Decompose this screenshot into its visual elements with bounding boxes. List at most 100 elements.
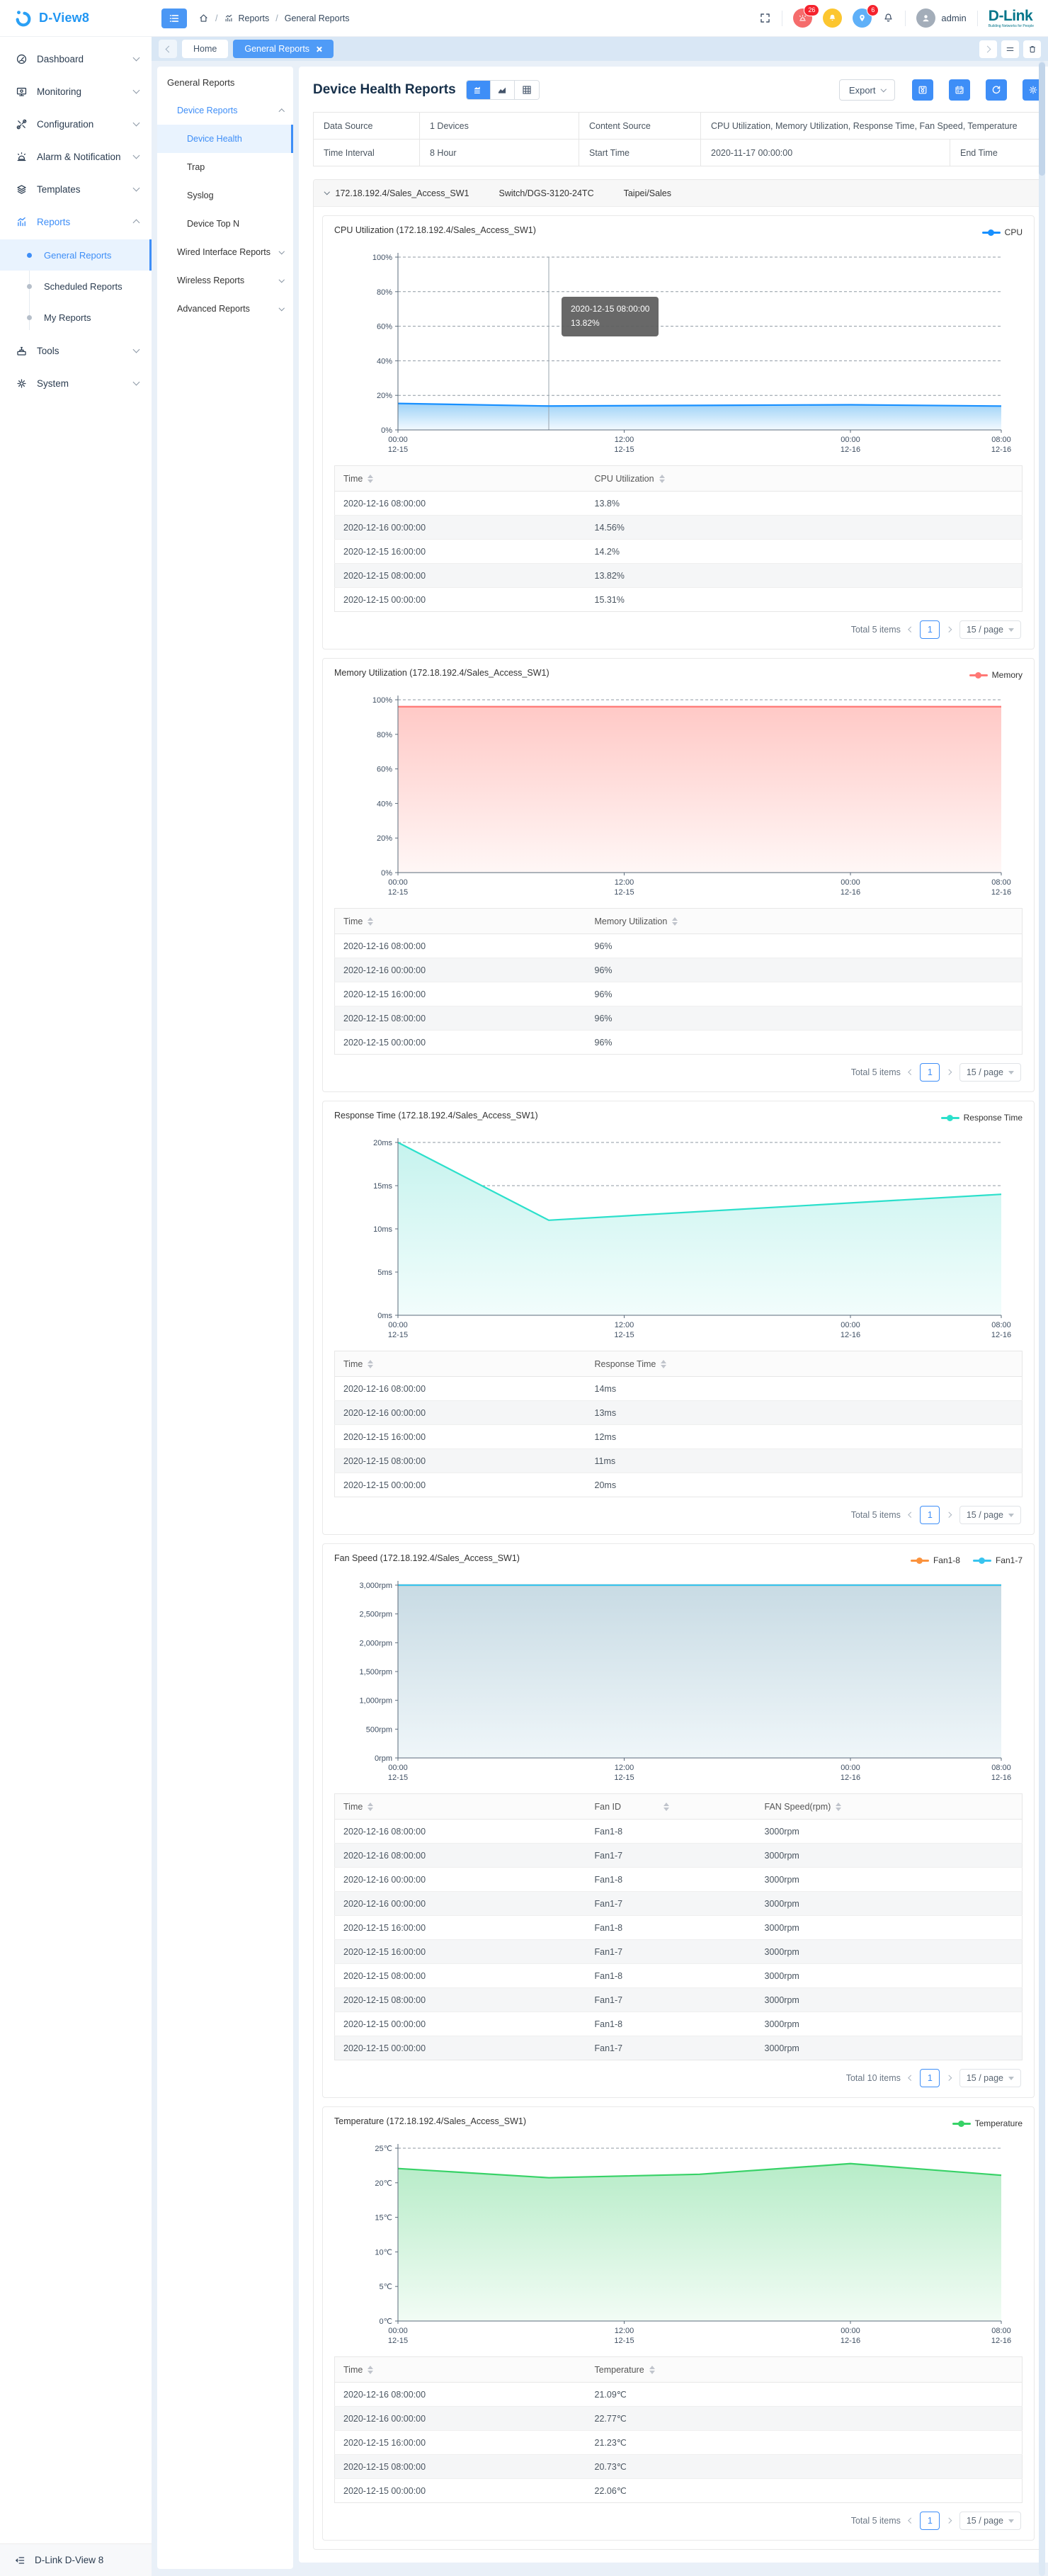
- sort-icon[interactable]: [368, 2366, 373, 2374]
- table-row[interactable]: 2020-12-15 08:00:0020.73℃: [335, 2455, 1023, 2479]
- sidebar-item-reports[interactable]: Reports: [0, 205, 152, 238]
- table-row[interactable]: 2020-12-15 08:00:0011ms: [335, 1449, 1023, 1473]
- table-row[interactable]: 2020-12-15 16:00:00Fan1-83000rpm: [335, 1916, 1023, 1940]
- page-size-select[interactable]: 15 / page: [959, 2069, 1021, 2087]
- table-row[interactable]: 2020-12-16 00:00:0096%: [335, 958, 1023, 982]
- next-page-button[interactable]: [947, 628, 952, 632]
- sidebar-item-my-reports[interactable]: My Reports: [0, 302, 152, 333]
- table-row[interactable]: 2020-12-15 16:00:0021.23℃: [335, 2431, 1023, 2455]
- sidebar-item-configuration[interactable]: Configuration: [0, 108, 152, 140]
- sidebar-item-general-reports[interactable]: General Reports: [0, 239, 152, 271]
- table-row[interactable]: 2020-12-16 08:00:0021.09℃: [335, 2383, 1023, 2407]
- sidebar-item-dashboard[interactable]: Dashboard: [0, 42, 152, 75]
- view-table-button[interactable]: [515, 81, 539, 99]
- tab-scroll-left-button[interactable]: [159, 40, 177, 58]
- breadcrumb-home[interactable]: [198, 13, 209, 23]
- page-size-select[interactable]: 15 / page: [959, 2512, 1021, 2530]
- table-row[interactable]: 2020-12-15 00:00:0015.31%: [335, 588, 1023, 612]
- memory-utilization-chart[interactable]: 0%20%40%60%80%100%00:0012-1512:0012-1500…: [338, 687, 1018, 904]
- table-row[interactable]: 2020-12-15 00:00:00Fan1-73000rpm: [335, 2036, 1023, 2060]
- sort-icon[interactable]: [836, 1803, 841, 1811]
- page-number-button[interactable]: 1: [920, 2069, 940, 2087]
- table-row[interactable]: 2020-12-16 08:00:00Fan1-83000rpm: [335, 1820, 1023, 1844]
- notifications-bell-button[interactable]: [882, 12, 894, 24]
- table-row[interactable]: 2020-12-16 00:00:0014.56%: [335, 516, 1023, 540]
- events-button[interactable]: [823, 8, 842, 28]
- table-row[interactable]: 2020-12-16 08:00:0013.8%: [335, 492, 1023, 516]
- view-chart-table-button[interactable]: [467, 81, 491, 99]
- refresh-button[interactable]: [986, 79, 1007, 101]
- table-row[interactable]: 2020-12-16 08:00:0096%: [335, 934, 1023, 958]
- table-row[interactable]: 2020-12-15 00:00:0022.06℃: [335, 2479, 1023, 2503]
- column-header-time[interactable]: Time: [335, 466, 586, 492]
- previous-page-button[interactable]: [908, 628, 913, 632]
- table-row[interactable]: 2020-12-16 08:00:0014ms: [335, 1377, 1023, 1401]
- user-menu[interactable]: admin: [916, 8, 966, 28]
- location-alerts-button[interactable]: 6: [853, 8, 872, 28]
- column-header-time[interactable]: Time: [335, 2357, 586, 2383]
- table-row[interactable]: 2020-12-15 08:00:00Fan1-73000rpm: [335, 1988, 1023, 2012]
- sort-icon[interactable]: [649, 2366, 655, 2374]
- tab-menu-button[interactable]: [1001, 40, 1019, 58]
- legend-item[interactable]: Response Time: [941, 1113, 1023, 1123]
- sidebar-collapse-button[interactable]: [161, 8, 187, 28]
- sort-icon[interactable]: [368, 1803, 373, 1811]
- export-button[interactable]: Export: [839, 79, 895, 101]
- page-number-button[interactable]: 1: [920, 1506, 940, 1524]
- page-size-select[interactable]: 15 / page: [959, 1506, 1021, 1524]
- column-header-time[interactable]: Time: [335, 1351, 586, 1377]
- page-size-select[interactable]: 15 / page: [959, 1063, 1021, 1082]
- fullscreen-icon[interactable]: [759, 12, 771, 24]
- table-row[interactable]: 2020-12-16 00:00:0022.77℃: [335, 2407, 1023, 2431]
- table-row[interactable]: 2020-12-15 00:00:0020ms: [335, 1473, 1023, 1497]
- previous-page-button[interactable]: [908, 2519, 913, 2523]
- sort-icon[interactable]: [661, 1360, 666, 1368]
- sidebar-item-templates[interactable]: Templates: [0, 173, 152, 205]
- legend-item[interactable]: Fan1-7: [973, 1555, 1023, 1565]
- tree-item-advanced-reports[interactable]: Advanced Reports: [157, 295, 293, 323]
- page-number-button[interactable]: 1: [920, 2512, 940, 2530]
- table-row[interactable]: 2020-12-16 08:00:00Fan1-73000rpm: [335, 1844, 1023, 1868]
- tab-scroll-right-button[interactable]: [979, 40, 997, 58]
- response-time-chart[interactable]: 0ms5ms10ms15ms20ms00:0012-1512:0012-1500…: [338, 1130, 1018, 1346]
- column-header-value[interactable]: Memory Utilization: [586, 909, 1023, 934]
- tree-item-device-top-n[interactable]: Device Top N: [157, 210, 293, 238]
- table-row[interactable]: 2020-12-15 00:00:0096%: [335, 1031, 1023, 1055]
- device-group-collapse[interactable]: 172.18.192.4/Sales_Access_SW1: [325, 188, 469, 198]
- column-header-fan-speed[interactable]: FAN Speed(rpm): [756, 1794, 1023, 1820]
- next-page-button[interactable]: [947, 2076, 952, 2080]
- alarm-notifications-button[interactable]: 26: [793, 8, 812, 28]
- sort-icon[interactable]: [663, 1803, 669, 1811]
- page-number-button[interactable]: 1: [920, 620, 940, 639]
- sort-icon[interactable]: [368, 475, 373, 483]
- close-all-tabs-button[interactable]: [1023, 40, 1041, 58]
- legend-item[interactable]: Memory: [969, 670, 1023, 680]
- view-chart-button[interactable]: [491, 81, 515, 99]
- next-page-button[interactable]: [947, 1513, 952, 1517]
- sort-icon[interactable]: [368, 1360, 373, 1368]
- tab-general-reports[interactable]: General Reports: [233, 40, 334, 58]
- table-row[interactable]: 2020-12-16 00:00:00Fan1-83000rpm: [335, 1868, 1023, 1892]
- table-row[interactable]: 2020-12-15 16:00:0014.2%: [335, 540, 1023, 564]
- scrollbar[interactable]: [1039, 61, 1045, 2576]
- column-header-value[interactable]: Response Time: [586, 1351, 1023, 1377]
- sort-icon[interactable]: [368, 917, 373, 926]
- schedule-report-button[interactable]: [949, 79, 970, 101]
- legend-item[interactable]: Temperature: [952, 2118, 1023, 2128]
- next-page-button[interactable]: [947, 2519, 952, 2523]
- column-header-time[interactable]: Time: [335, 1794, 586, 1820]
- table-row[interactable]: 2020-12-15 00:00:00Fan1-83000rpm: [335, 2012, 1023, 2036]
- sidebar-item-system[interactable]: System: [0, 367, 152, 399]
- tab-home[interactable]: Home: [182, 40, 228, 58]
- legend-item[interactable]: Fan1-8: [911, 1555, 960, 1565]
- tree-item-trap[interactable]: Trap: [157, 153, 293, 181]
- breadcrumb-reports[interactable]: Reports: [224, 13, 269, 23]
- page-number-button[interactable]: 1: [920, 1063, 940, 1082]
- fan-speed-chart[interactable]: 0rpm500rpm1,000rpm1,500rpm2,000rpm2,500r…: [338, 1572, 1018, 1789]
- sidebar-item-tools[interactable]: Tools: [0, 334, 152, 367]
- column-header-value[interactable]: CPU Utilization: [586, 466, 1023, 492]
- table-row[interactable]: 2020-12-15 08:00:0096%: [335, 1006, 1023, 1031]
- previous-page-button[interactable]: [908, 2076, 913, 2080]
- table-row[interactable]: 2020-12-15 16:00:0012ms: [335, 1425, 1023, 1449]
- table-row[interactable]: 2020-12-15 08:00:0013.82%: [335, 564, 1023, 588]
